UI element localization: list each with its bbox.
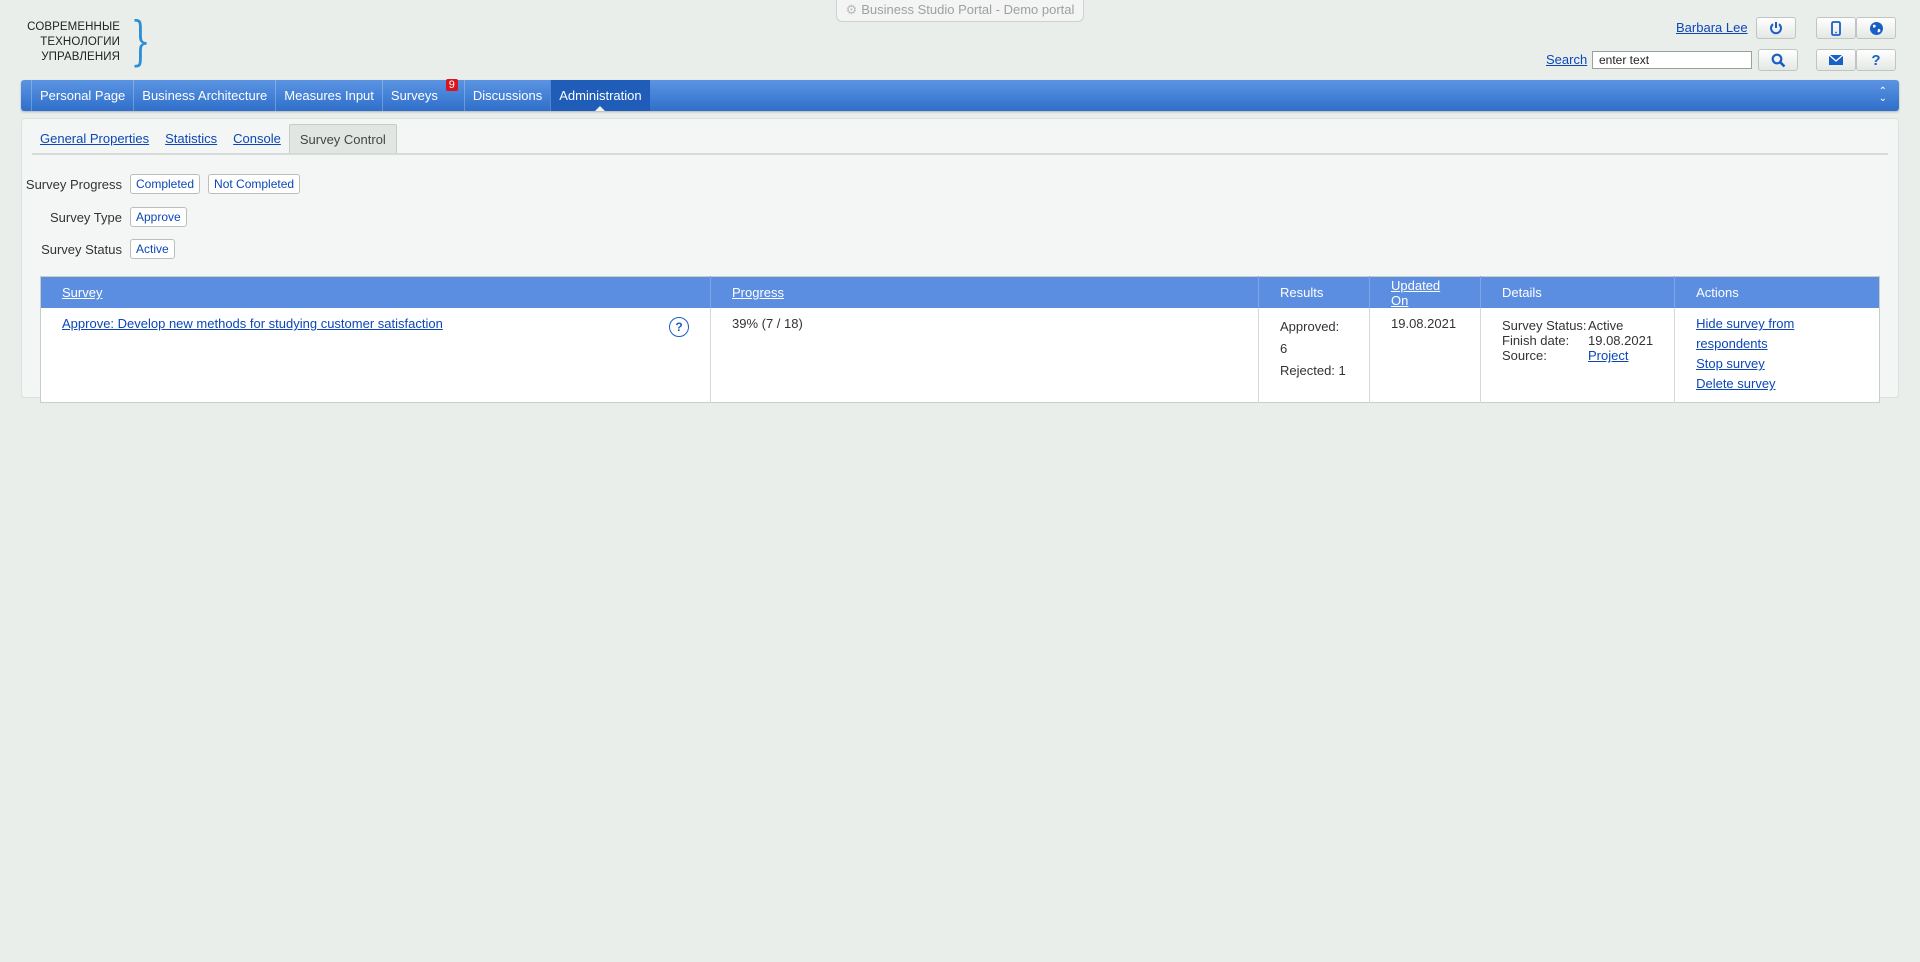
mobile-icon <box>1831 20 1841 36</box>
search-input[interactable] <box>1592 51 1752 69</box>
mail-icon <box>1828 54 1844 65</box>
filter-survey-status: Survey Status Active <box>22 239 183 259</box>
table-row: ? Approve: Develop new methods for study… <box>40 308 1880 403</box>
filter-active-chip[interactable]: Active <box>130 239 175 259</box>
filter-approve-chip[interactable]: Approve <box>130 207 187 227</box>
gear-icon: ⚙ <box>845 2 858 17</box>
help-button[interactable]: ? <box>1856 49 1896 71</box>
survey-link[interactable]: Approve: Develop new methods for studyin… <box>62 316 443 331</box>
filter-label: Survey Status <box>41 241 122 257</box>
cell-progress: 39% (7 / 18) <box>710 308 1259 403</box>
nav-discussions[interactable]: Discussions <box>463 80 550 111</box>
detail-source: Source: Project <box>1502 348 1629 363</box>
language-button[interactable] <box>1856 17 1896 39</box>
header-results: Results <box>1258 276 1370 308</box>
question-icon: ? <box>1871 51 1881 69</box>
main-navigation: Personal Page Business Architecture Meas… <box>21 79 1899 111</box>
stop-survey-link[interactable]: Stop survey <box>1696 354 1858 374</box>
cell-results: Approved: 6 Rejected: 1 <box>1258 308 1370 403</box>
collapse-icon[interactable]: ⌃ ⌄ <box>1879 87 1887 104</box>
portal-title-tab: ⚙ Business Studio Portal - Demo portal <box>836 0 1084 22</box>
help-circle-icon[interactable]: ? <box>669 317 689 337</box>
filter-survey-type: Survey Type Approve <box>22 207 195 227</box>
logo-text: СОВРЕМЕННЫЕ ТЕХНОЛОГИИ УПРАВЛЕНИЯ <box>27 21 120 63</box>
detail-finish-date: Finish date: 19.08.2021 <box>1502 333 1654 348</box>
search-icon <box>1771 53 1785 67</box>
survey-table: Survey Progress Results Updated On Detai… <box>40 276 1880 403</box>
delete-survey-link[interactable]: Delete survey <box>1696 374 1858 394</box>
header-progress[interactable]: Progress <box>710 276 1259 308</box>
nav-business-architecture[interactable]: Business Architecture <box>133 80 275 111</box>
cell-actions: Hide survey from respondents Stop survey… <box>1675 308 1880 403</box>
logout-button[interactable] <box>1756 17 1796 39</box>
table-header-row: Survey Progress Results Updated On Detai… <box>40 276 1880 308</box>
filter-survey-progress: Survey Progress Completed Not Completed <box>22 174 308 194</box>
globe-icon <box>1869 21 1883 35</box>
cell-details: Survey Status: Active Finish date: 19.08… <box>1480 308 1676 403</box>
tab-survey-control[interactable]: Survey Control <box>288 124 397 153</box>
messages-button[interactable] <box>1816 49 1856 71</box>
tab-general-properties[interactable]: General Properties <box>32 131 157 153</box>
filter-completed-chip[interactable]: Completed <box>130 174 201 194</box>
content-panel: General Properties Statistics Console Su… <box>21 118 1899 403</box>
portal-title: Business Studio Portal - Demo portal <box>861 2 1075 17</box>
power-icon <box>1770 22 1782 35</box>
header-survey[interactable]: Survey <box>40 276 711 308</box>
hide-survey-link[interactable]: Hide survey from respondents <box>1696 314 1858 354</box>
header-actions: Actions <box>1674 276 1880 308</box>
header-details: Details <box>1480 276 1676 308</box>
tab-statistics[interactable]: Statistics <box>157 131 225 153</box>
mobile-version-button[interactable] <box>1816 17 1856 39</box>
company-logo[interactable]: СОВРЕМЕННЫЕ ТЕХНОЛОГИИ УПРАВЛЕНИЯ } <box>27 14 150 74</box>
cell-updated-on: 19.08.2021 <box>1369 308 1481 403</box>
header-updated-on[interactable]: Updated On <box>1369 276 1481 308</box>
user-name-link[interactable]: Barbara Lee <box>1676 20 1748 35</box>
result-rejected: Rejected: 1 <box>1280 363 1346 378</box>
filter-label: Survey Type <box>49 209 122 225</box>
nav-administration[interactable]: Administration <box>550 80 650 111</box>
search-label: Search <box>1546 52 1588 67</box>
admin-subtabs: General Properties Statistics Console Su… <box>32 123 1888 155</box>
surveys-count-badge: 9 <box>445 79 458 91</box>
detail-status: Survey Status: Active <box>1502 318 1624 333</box>
nav-surveys[interactable]: Surveys 9 <box>381 79 464 111</box>
filter-label: Survey Progress <box>25 176 122 192</box>
nav-measures-input[interactable]: Measures Input <box>275 80 382 111</box>
filter-not-completed-chip[interactable]: Not Completed <box>208 174 301 194</box>
logo-brace-icon: } <box>130 12 151 72</box>
tab-console[interactable]: Console <box>225 131 289 153</box>
nav-personal-page[interactable]: Personal Page <box>31 80 133 111</box>
result-approved: Approved: 6 <box>1280 319 1340 356</box>
search-button[interactable] <box>1758 49 1798 71</box>
source-project-link[interactable]: Project <box>1588 348 1628 363</box>
cell-survey: ? Approve: Develop new methods for study… <box>40 308 711 403</box>
